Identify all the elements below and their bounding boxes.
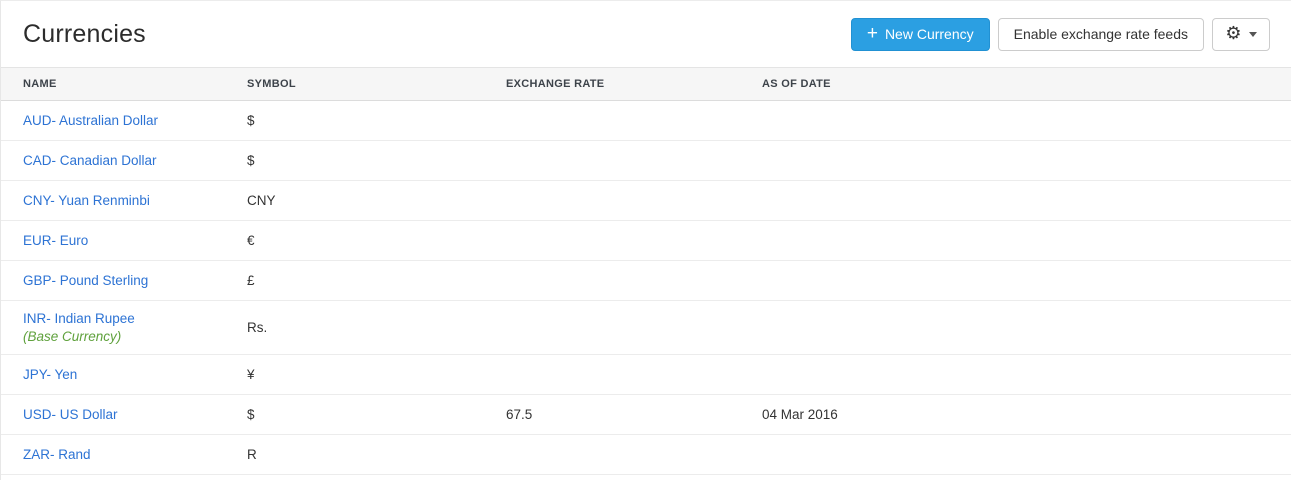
enable-exchange-rate-feeds-button[interactable]: Enable exchange rate feeds [998, 18, 1204, 51]
currency-name-link[interactable]: CNY- Yuan Renminbi [23, 193, 150, 208]
table-row-base-currency: INR- Indian Rupee (Base Currency) Rs. [1, 301, 1291, 355]
new-currency-button[interactable]: + New Currency [851, 18, 990, 51]
base-currency-note: (Base Currency) [23, 329, 247, 344]
currency-symbol: CNY [247, 181, 506, 221]
caret-down-icon [1249, 32, 1257, 37]
currency-symbol: $ [247, 395, 506, 435]
toolbar: + New Currency Enable exchange rate feed… [851, 18, 1270, 51]
exchange-rate [506, 181, 762, 221]
currency-symbol: $ [247, 101, 506, 141]
as-of-date [762, 101, 1291, 141]
table-row: CNY- Yuan Renminbi CNY [1, 181, 1291, 221]
as-of-date: 04 Mar 2016 [762, 395, 1291, 435]
exchange-rate [506, 301, 762, 355]
table-row: JPY- Yen ¥ [1, 355, 1291, 395]
new-currency-button-label: New Currency [885, 26, 974, 42]
as-of-date [762, 355, 1291, 395]
currency-name-link[interactable]: AUD- Australian Dollar [23, 113, 158, 128]
table-row: USD- US Dollar $ 67.5 04 Mar 2016 [1, 395, 1291, 435]
table-row: EUR- Euro € [1, 221, 1291, 261]
currency-symbol: € [247, 221, 506, 261]
page-header: Currencies + New Currency Enable exchang… [1, 1, 1291, 67]
column-header-as-of-date: AS OF DATE [762, 68, 1291, 101]
column-header-exchange-rate: EXCHANGE RATE [506, 68, 762, 101]
currency-symbol: £ [247, 261, 506, 301]
exchange-rate [506, 261, 762, 301]
as-of-date [762, 181, 1291, 221]
exchange-rate [506, 141, 762, 181]
column-header-name: NAME [1, 68, 247, 101]
as-of-date [762, 261, 1291, 301]
exchange-rate [506, 221, 762, 261]
exchange-rate [506, 435, 762, 475]
currency-symbol: Rs. [247, 301, 506, 355]
exchange-rate: 67.5 [506, 395, 762, 435]
settings-dropdown-button[interactable]: ⚙ [1212, 18, 1270, 51]
currency-name-link[interactable]: CAD- Canadian Dollar [23, 153, 157, 168]
currency-symbol: R [247, 435, 506, 475]
exchange-rate [506, 355, 762, 395]
as-of-date [762, 435, 1291, 475]
table-header: NAME SYMBOL EXCHANGE RATE AS OF DATE [1, 68, 1291, 101]
table-row: AUD- Australian Dollar $ [1, 101, 1291, 141]
gear-icon: ⚙ [1225, 25, 1241, 43]
currency-name-link[interactable]: INR- Indian Rupee [23, 311, 135, 326]
currency-name-link[interactable]: GBP- Pound Sterling [23, 273, 148, 288]
as-of-date [762, 301, 1291, 355]
currency-symbol: $ [247, 141, 506, 181]
as-of-date [762, 141, 1291, 181]
currency-name-link[interactable]: EUR- Euro [23, 233, 88, 248]
currency-symbol: ¥ [247, 355, 506, 395]
table-row: ZAR- Rand R [1, 435, 1291, 475]
plus-icon: + [867, 24, 878, 43]
currency-name-link[interactable]: JPY- Yen [23, 367, 77, 382]
as-of-date [762, 221, 1291, 261]
table-row: GBP- Pound Sterling £ [1, 261, 1291, 301]
column-header-symbol: SYMBOL [247, 68, 506, 101]
exchange-rate [506, 101, 762, 141]
currency-name-link[interactable]: ZAR- Rand [23, 447, 91, 462]
page-title: Currencies [23, 20, 146, 49]
table-row: CAD- Canadian Dollar $ [1, 141, 1291, 181]
currency-name-link[interactable]: USD- US Dollar [23, 407, 118, 422]
currencies-table: NAME SYMBOL EXCHANGE RATE AS OF DATE AUD… [1, 67, 1291, 475]
